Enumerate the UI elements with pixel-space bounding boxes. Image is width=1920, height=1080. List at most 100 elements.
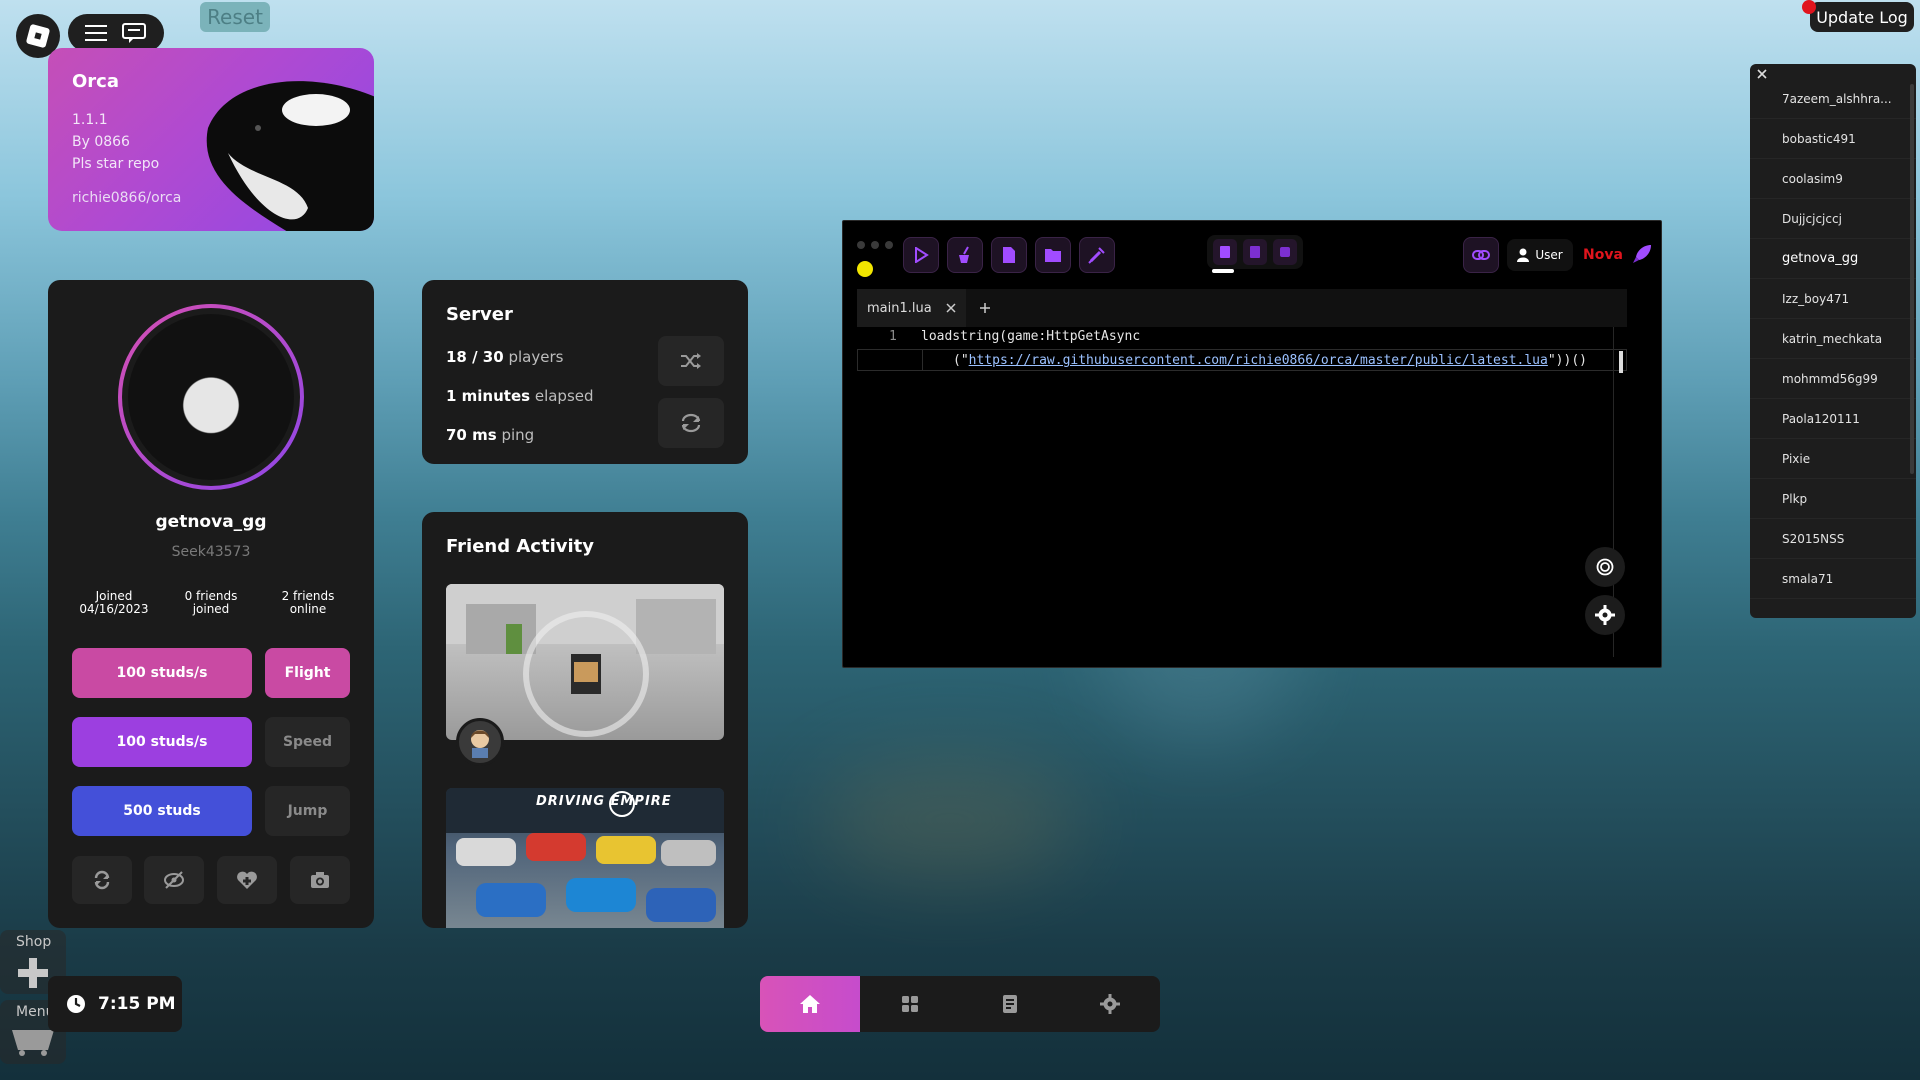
player-row[interactable]: coolasim9	[1750, 159, 1916, 199]
game-thumbnail[interactable]: DRIVING EMPIRE	[446, 788, 724, 928]
window-controls	[857, 241, 893, 249]
scroll-icon	[1003, 995, 1017, 1013]
rocket-icon	[1633, 245, 1651, 263]
shop-label: Shop	[16, 934, 52, 950]
camera-icon	[311, 872, 329, 888]
player-row[interactable]: Izz_boy471	[1750, 279, 1916, 319]
banner-tagline: Pls star repo	[72, 156, 160, 172]
text-cursor	[1619, 351, 1623, 373]
flight-value-button[interactable]: 100 studs/s	[72, 648, 252, 698]
update-log-button[interactable]: Update Log	[1810, 2, 1914, 32]
speed-value-button[interactable]: 100 studs/s	[72, 717, 252, 767]
friend-avatar[interactable]	[456, 718, 504, 766]
code-line-1[interactable]: loadstring(game:HttpGetAsync	[921, 329, 1140, 344]
player-row[interactable]: katrin_mechkata	[1750, 319, 1916, 359]
stat-joined: Joined 04/16/2023	[79, 589, 149, 616]
flight-toggle-button[interactable]: Flight	[265, 648, 350, 698]
clock-widget: 7:15 PM	[48, 976, 182, 1032]
refresh-icon	[94, 870, 110, 890]
close-icon[interactable]	[946, 303, 956, 313]
friend-activity-title: Friend Activity	[446, 536, 594, 557]
driving-empire-logo: DRIVING EMPIRE	[536, 794, 672, 809]
player-list: 7azeem_alshhra... bobastic491 coolasim9 …	[1750, 64, 1916, 618]
heal-button[interactable]	[217, 856, 277, 904]
invisible-button[interactable]	[144, 856, 204, 904]
player-row[interactable]: getnova_gg	[1750, 239, 1916, 279]
mode-scripts-tab[interactable]	[1243, 239, 1267, 265]
open-folder-button[interactable]	[1035, 237, 1071, 273]
nav-scripts[interactable]	[960, 976, 1060, 1032]
player-row[interactable]: mohmmd56g99	[1750, 359, 1916, 399]
editor-settings-button[interactable]	[1585, 595, 1625, 635]
profile-card: getnova_gg Seek43573 Joined 04/16/2023 0 …	[48, 280, 374, 928]
shuffle-icon	[681, 353, 701, 369]
banner-version: 1.1.1	[72, 112, 108, 128]
gear-icon	[1595, 605, 1615, 625]
link-button[interactable]	[1463, 237, 1499, 273]
jump-toggle-button[interactable]: Jump	[265, 786, 350, 836]
broom-icon	[959, 246, 969, 263]
code-url[interactable]: https://raw.githubusercontent.com/richie…	[969, 353, 1548, 368]
hamburger-icon[interactable]	[85, 24, 107, 42]
player-row[interactable]: Dujjcjcjccj	[1750, 199, 1916, 239]
mode-editor-tab[interactable]	[1213, 239, 1237, 265]
background-glow	[820, 760, 1080, 880]
cart-icon	[12, 1030, 54, 1056]
execute-button[interactable]	[903, 237, 939, 273]
speed-toggle-button[interactable]: Speed	[265, 717, 350, 767]
stat-friends-joined: 0 friends joined	[184, 589, 238, 616]
scroll-icon	[1250, 246, 1260, 258]
profile-display-name: getnova_gg	[155, 512, 267, 532]
friend-activity-card: Friend Activity DRIVING EMPIRE	[422, 512, 748, 928]
gear-icon	[1100, 994, 1120, 1014]
refresh-button[interactable]	[72, 856, 132, 904]
screenshot-button[interactable]	[290, 856, 350, 904]
player-row[interactable]: S2015NSS	[1750, 519, 1916, 559]
banner-title: Orca	[72, 71, 119, 92]
grid-icon	[902, 996, 918, 1012]
syringe-icon	[1088, 247, 1105, 264]
bottom-nav	[760, 976, 1160, 1032]
chat-icon[interactable]	[121, 22, 147, 44]
player-row[interactable]: Paola120111	[1750, 399, 1916, 439]
server-hop-button[interactable]	[658, 336, 724, 386]
new-file-button[interactable]	[991, 237, 1027, 273]
tab-label: main1.lua	[867, 300, 932, 316]
player-row[interactable]: Plkp	[1750, 479, 1916, 519]
rejoin-button[interactable]	[658, 398, 724, 448]
editor-tab-bar: main1.lua	[857, 289, 1627, 327]
nav-home[interactable]	[760, 976, 860, 1032]
player-row[interactable]: bobastic491	[1750, 119, 1916, 159]
banner-repo-link[interactable]: richie0866/orca	[72, 190, 181, 206]
nova-brand: Nova	[1583, 247, 1623, 263]
player-list-scrollbar[interactable]	[1910, 84, 1914, 474]
game-thumbnail[interactable]	[446, 584, 724, 740]
player-row[interactable]: 7azeem_alshhra...	[1750, 79, 1916, 119]
server-players: 18 / 30 players	[446, 348, 564, 366]
clear-button[interactable]	[947, 237, 983, 273]
reset-button[interactable]: Reset	[200, 2, 270, 32]
home-icon	[800, 995, 820, 1013]
profile-username: Seek43573	[171, 544, 251, 560]
jump-value-button[interactable]: 500 studs	[72, 786, 252, 836]
inject-button[interactable]	[1079, 237, 1115, 273]
player-row[interactable]: smala71	[1750, 559, 1916, 599]
tab-main1[interactable]: main1.lua	[857, 289, 966, 327]
settings-icon	[1280, 247, 1290, 257]
player-rows: 7azeem_alshhra... bobastic491 coolasim9 …	[1750, 79, 1916, 599]
player-row[interactable]: Pixie	[1750, 439, 1916, 479]
server-elapsed: 1 minutes elapsed	[446, 387, 594, 405]
nav-settings[interactable]	[1060, 976, 1160, 1032]
notification-dot	[1802, 0, 1816, 14]
nav-apps[interactable]	[860, 976, 960, 1032]
server-ping: 70 ms ping	[446, 426, 535, 444]
code-line-2[interactable]: ("https://raw.githubusercontent.com/rich…	[953, 353, 1587, 368]
mode-settings-tab[interactable]	[1273, 239, 1297, 265]
friend-avatar-image	[471, 730, 489, 758]
add-tab-icon[interactable]	[979, 303, 990, 313]
target-icon	[1596, 558, 1614, 576]
user-button[interactable]: User	[1507, 239, 1573, 271]
top-menu-pill	[68, 14, 164, 52]
target-button[interactable]	[1585, 547, 1625, 587]
rejoin-icon	[681, 413, 701, 433]
